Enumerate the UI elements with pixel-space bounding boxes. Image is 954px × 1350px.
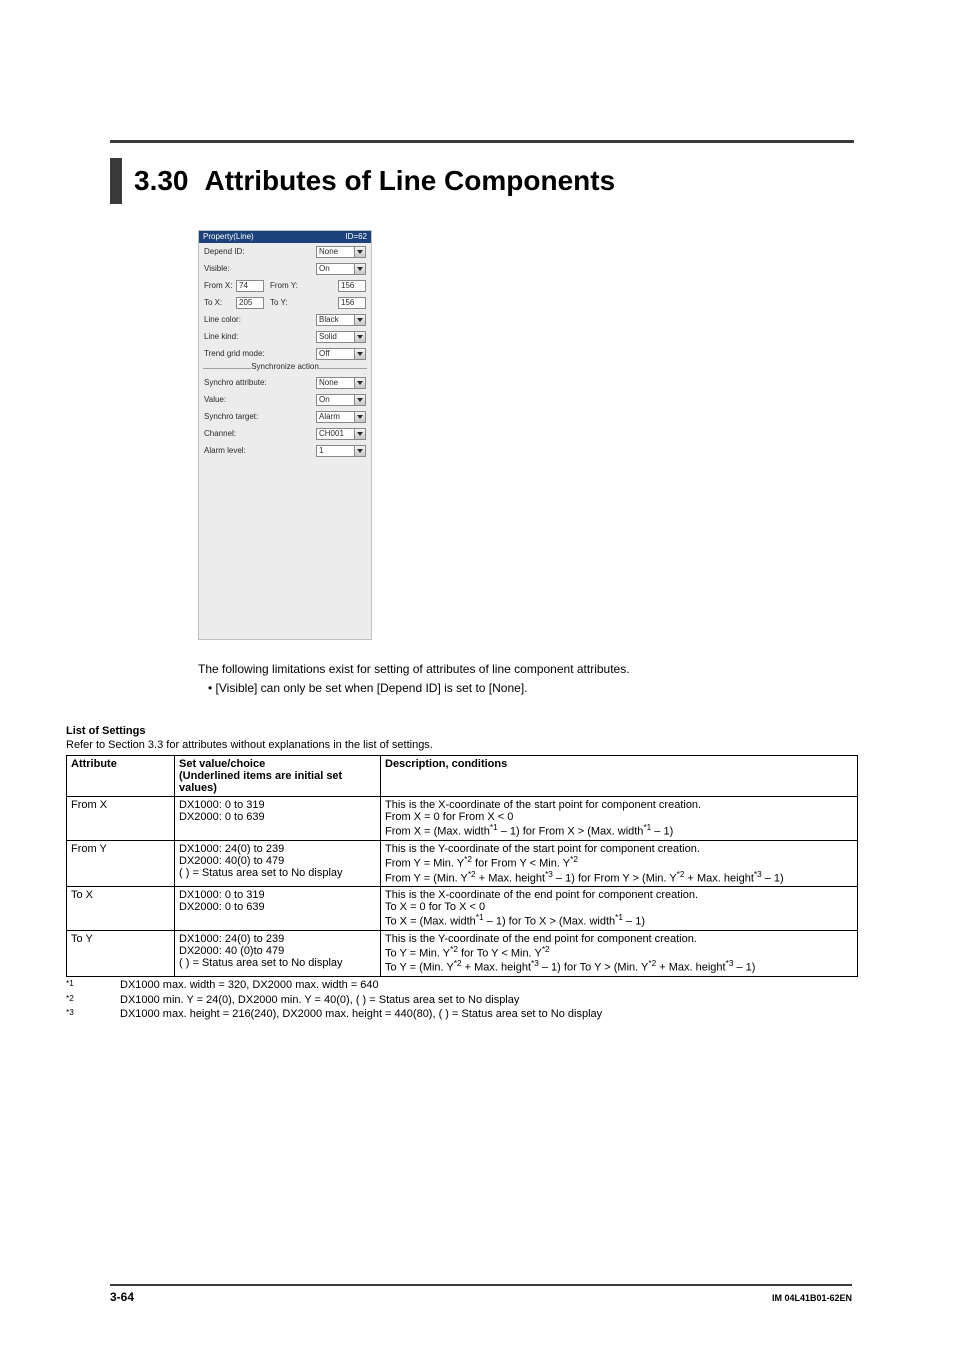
value-value: On: [319, 395, 330, 404]
line-kind-value: Solid: [319, 332, 337, 341]
trend-grid-combo[interactable]: Off: [316, 348, 366, 360]
list-settings-sub: Refer to Section 3.3 for attributes with…: [66, 739, 914, 751]
chevron-down-icon[interactable]: [354, 395, 365, 405]
chevron-down-icon[interactable]: [354, 429, 365, 439]
depend-id-combo[interactable]: None: [316, 246, 366, 258]
panel-titlebar: Property(Line) ID=62: [199, 231, 371, 243]
fn2-mark: *2: [66, 994, 120, 1009]
intro-bullet1: [Visible] can only be set when [Depend I…: [216, 681, 528, 695]
line-kind-label: Line kind:: [204, 332, 262, 341]
line-kind-combo[interactable]: Solid: [316, 331, 366, 343]
footnotes: *1DX1000 max. width = 320, DX2000 max. w…: [66, 979, 914, 1023]
cell-setvalue: DX1000: 24(0) to 239DX2000: 40 (0)to 479…: [175, 930, 381, 976]
cell-description: This is the Y-coordinate of the start po…: [381, 840, 858, 886]
alarm-level-label: Alarm level:: [204, 446, 262, 455]
table-row: To XDX1000: 0 to 319DX2000: 0 to 639This…: [67, 887, 858, 931]
line-color-combo[interactable]: Black: [316, 314, 366, 326]
line-color-value: Black: [319, 315, 339, 324]
visible-label: Visible:: [204, 264, 262, 273]
visible-combo[interactable]: On: [316, 263, 366, 275]
col-setvalue-text: Set value/choice(Underlined items are in…: [179, 758, 342, 794]
chevron-down-icon[interactable]: [354, 315, 365, 325]
col-attribute: Attribute: [67, 756, 175, 797]
alarm-level-combo[interactable]: 1: [316, 445, 366, 457]
page-number: 3-64: [110, 1290, 134, 1304]
table-row: From XDX1000: 0 to 319DX2000: 0 to 639Th…: [67, 797, 858, 841]
title-bar: [110, 158, 122, 204]
line-color-label: Line color:: [204, 315, 262, 324]
table-row: To YDX1000: 24(0) to 239DX2000: 40 (0)to…: [67, 930, 858, 976]
channel-value: CH001: [319, 429, 344, 438]
chevron-down-icon[interactable]: [354, 349, 365, 359]
from-x-input[interactable]: 74: [236, 280, 264, 292]
depend-id-value: None: [319, 247, 338, 256]
fn3-text: DX1000 max. height = 216(240), DX2000 ma…: [120, 1008, 602, 1023]
trend-grid-value: Off: [319, 349, 330, 358]
cell-description: This is the Y-coordinate of the end poin…: [381, 930, 858, 976]
section-title: Attributes of Line Components: [205, 165, 616, 197]
cell-attribute: From Y: [67, 840, 175, 886]
bullet-mark: •: [208, 681, 216, 695]
col-setvalue: Set value/choice(Underlined items are in…: [175, 756, 381, 797]
cell-setvalue: DX1000: 0 to 319DX2000: 0 to 639: [175, 887, 381, 931]
col-description: Description, conditions: [381, 756, 858, 797]
chevron-down-icon[interactable]: [354, 412, 365, 422]
fn2-text: DX1000 min. Y = 24(0), DX2000 min. Y = 4…: [120, 994, 519, 1009]
cell-setvalue: DX1000: 24(0) to 239DX2000: 40(0) to 479…: [175, 840, 381, 886]
value-label: Value:: [204, 395, 262, 404]
intro-line1: The following limitations exist for sett…: [198, 660, 914, 679]
sync-target-label: Synchro target:: [204, 412, 276, 421]
table-row: From YDX1000: 24(0) to 239DX2000: 40(0) …: [67, 840, 858, 886]
list-settings-heading: List of Settings: [66, 725, 914, 737]
value-combo[interactable]: On: [316, 394, 366, 406]
sync-section-label: Synchronize action: [199, 362, 371, 374]
cell-attribute: To Y: [67, 930, 175, 976]
to-x-label: To X:: [204, 298, 236, 307]
to-y-input[interactable]: 156: [338, 297, 366, 309]
chevron-down-icon[interactable]: [354, 247, 365, 257]
top-rule: [110, 140, 854, 143]
alarm-level-value: 1: [319, 446, 323, 455]
from-y-input[interactable]: 156: [338, 280, 366, 292]
cell-description: This is the X-coordinate of the end poin…: [381, 887, 858, 931]
fn3-mark: *3: [66, 1008, 120, 1023]
from-x-label: From X:: [204, 281, 236, 290]
panel-title: Property(Line): [203, 231, 254, 243]
doc-id: IM 04L41B01-62EN: [772, 1293, 852, 1303]
from-y-label: From Y:: [270, 281, 302, 290]
section-number: 3.30: [134, 165, 189, 197]
fn1-mark: *1: [66, 979, 120, 994]
cell-description: This is the X-coordinate of the start po…: [381, 797, 858, 841]
property-panel: Property(Line) ID=62 Depend ID: None Vis…: [198, 230, 372, 640]
sync-attr-combo[interactable]: None: [316, 377, 366, 389]
to-y-label: To Y:: [270, 298, 302, 307]
sync-target-value: Alarm: [319, 412, 340, 421]
intro-text: The following limitations exist for sett…: [198, 660, 914, 697]
chevron-down-icon[interactable]: [354, 378, 365, 388]
page-footer: 3-64 IM 04L41B01-62EN: [110, 1284, 852, 1304]
trend-grid-label: Trend grid mode:: [204, 349, 276, 358]
panel-id: ID=62: [345, 231, 367, 243]
settings-table: Attribute Set value/choice(Underlined it…: [66, 755, 858, 977]
to-x-input[interactable]: 205: [236, 297, 264, 309]
chevron-down-icon[interactable]: [354, 446, 365, 456]
depend-id-label: Depend ID:: [204, 247, 262, 256]
channel-combo[interactable]: CH001: [316, 428, 366, 440]
cell-attribute: To X: [67, 887, 175, 931]
sync-attr-label: Synchro attribute:: [204, 378, 276, 387]
visible-value: On: [319, 264, 330, 273]
section-heading: 3.30 Attributes of Line Components: [110, 158, 615, 204]
cell-setvalue: DX1000: 0 to 319DX2000: 0 to 639: [175, 797, 381, 841]
cell-attribute: From X: [67, 797, 175, 841]
sync-target-combo[interactable]: Alarm: [316, 411, 366, 423]
channel-label: Channel:: [204, 429, 262, 438]
chevron-down-icon[interactable]: [354, 264, 365, 274]
chevron-down-icon[interactable]: [354, 332, 365, 342]
sync-attr-value: None: [319, 378, 338, 387]
fn1-text: DX1000 max. width = 320, DX2000 max. wid…: [120, 979, 379, 994]
